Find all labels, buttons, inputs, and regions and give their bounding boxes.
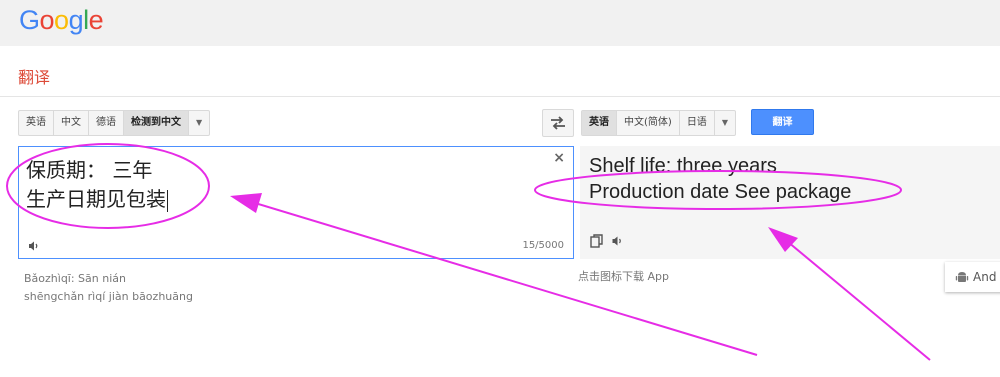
swap-icon — [551, 116, 565, 130]
speaker-icon[interactable] — [611, 235, 624, 247]
romanization: Bǎozhìqī: Sān nián shēngchǎn rìqí jiàn b… — [24, 270, 193, 306]
target-lang-dropdown[interactable]: ▼ — [715, 111, 735, 135]
target-language-bar: 英语 中文(简体) 日语 ▼ — [581, 110, 736, 136]
romanization-line-2: shēngchǎn rìqí jiàn bāozhuāng — [24, 290, 193, 303]
logo-letter: G — [19, 5, 40, 35]
source-lang-german[interactable]: 德语 — [89, 111, 124, 135]
dropdown-arrow-icon: ▼ — [196, 118, 203, 127]
source-text-area[interactable]: 保质期： 三年 生产日期见包装 × 15/5000 — [18, 146, 574, 259]
translation-line-1: Shelf life: three years — [589, 155, 777, 177]
target-lang-japanese[interactable]: 日语 — [680, 111, 715, 135]
page-title: 翻译 — [18, 68, 51, 87]
source-text-line-1: 保质期： 三年 — [26, 158, 153, 182]
google-logo[interactable]: Google — [19, 5, 104, 36]
source-language-bar: 英语 中文 德语 检测到中文 ▼ — [18, 110, 211, 136]
swap-languages-button[interactable] — [542, 109, 574, 137]
translation-tools — [590, 234, 624, 248]
source-lang-chinese[interactable]: 中文 — [54, 111, 89, 135]
romanization-line-1: Bǎozhìqī: Sān nián — [24, 272, 126, 285]
translation-line-2: Production date See package — [589, 181, 852, 203]
android-label: And — [973, 270, 997, 284]
speaker-icon[interactable] — [28, 237, 40, 256]
top-bar: Google — [0, 0, 1000, 46]
character-count: 15/5000 — [522, 240, 564, 251]
target-lang-chinese-simplified[interactable]: 中文(简体) — [617, 111, 680, 135]
android-app-link[interactable]: And — [945, 262, 1000, 292]
translation-text: Shelf life: three years Production date … — [589, 153, 851, 205]
text-caret — [167, 189, 168, 212]
android-icon — [955, 272, 969, 282]
close-icon[interactable]: × — [553, 150, 565, 166]
logo-letter: e — [88, 5, 104, 35]
dropdown-arrow-icon: ▼ — [721, 118, 728, 127]
translate-button[interactable]: 翻译 — [751, 109, 814, 135]
sub-header: 翻译 — [0, 46, 1000, 97]
logo-letter: o — [54, 5, 69, 35]
target-lang-english[interactable]: 英语 — [582, 111, 617, 135]
logo-letter: g — [68, 5, 84, 35]
copy-icon[interactable] — [590, 234, 603, 248]
source-text-line-2: 生产日期见包装 — [26, 187, 166, 211]
source-lang-english[interactable]: 英语 — [19, 111, 54, 135]
translation-result-area: Shelf life: three years Production date … — [580, 146, 1000, 259]
logo-letter: o — [39, 5, 55, 35]
source-lang-detected[interactable]: 检测到中文 — [124, 111, 189, 135]
source-text[interactable]: 保质期： 三年 生产日期见包装 — [26, 156, 168, 214]
source-lang-dropdown[interactable]: ▼ — [189, 111, 209, 135]
app-download-hint: 点击图标下载 App — [578, 270, 669, 283]
